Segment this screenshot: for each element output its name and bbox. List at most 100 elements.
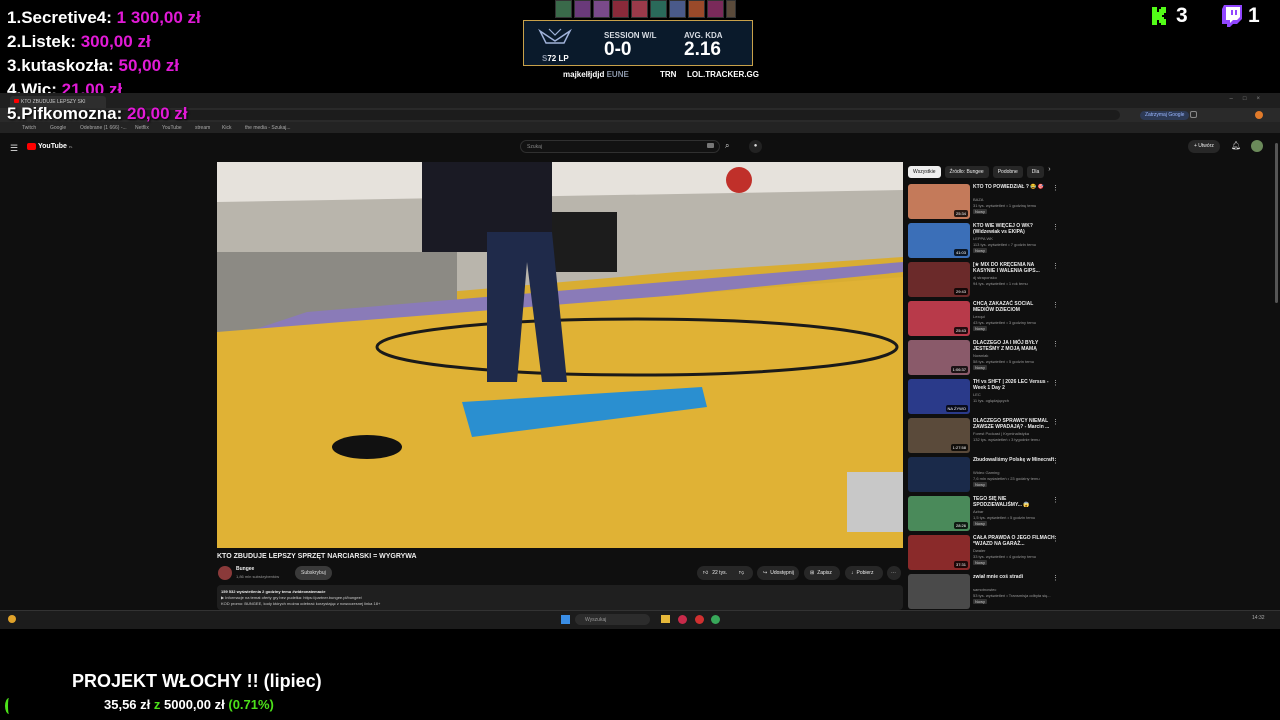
- recommendation-title[interactable]: [★ MIX DO KRĘCENIA NA KASYNIE I WALENIA …: [973, 262, 1055, 274]
- taskbar-search[interactable]: Wyszukaj: [575, 614, 650, 625]
- video-thumbnail[interactable]: 41:03: [908, 223, 970, 258]
- video-thumbnail[interactable]: 25:34: [908, 184, 970, 219]
- video-thumbnail[interactable]: [908, 457, 970, 492]
- recommendation-item[interactable]: 25:34 KTO TO POWIEDZIAŁ ? 😂 🎯 BAZA 31 tys. …: [908, 184, 1068, 222]
- recommendation-item[interactable]: Zbudowaliśmy Polskę w Minecraft Wideo Gam…: [908, 457, 1068, 495]
- more-options-icon[interactable]: ⋮: [1052, 535, 1059, 543]
- recommendation-item[interactable]: 41:03 KTO WIE WIĘCEJ O WK? (Widzewiak vs …: [908, 223, 1068, 261]
- bookmark[interactable]: Kick: [222, 125, 231, 131]
- recommendation-title[interactable]: CAŁA PRAWDA O JEGO FILMACH *WJAZD NA GAR…: [973, 535, 1055, 547]
- chevron-right-icon[interactable]: ›: [1048, 166, 1050, 178]
- bookmark[interactable]: Google: [50, 125, 66, 131]
- video-thumbnail[interactable]: 1:06:37: [908, 340, 970, 375]
- stats-panel: S72 LP SESSION W/L 0-0 AVG. KDA 2.16: [523, 20, 753, 66]
- extensions-icon[interactable]: [1190, 111, 1197, 118]
- more-options-icon[interactable]: ⋮: [1052, 379, 1059, 387]
- weather-icon[interactable]: [8, 615, 16, 623]
- video-player[interactable]: [217, 162, 903, 548]
- profile-badge[interactable]: Zatrzymaj Google: [1140, 111, 1190, 120]
- more-options-icon[interactable]: ⋮: [1052, 457, 1059, 465]
- session-value: 0-0: [604, 39, 632, 60]
- more-options-icon[interactable]: ⋮: [1052, 496, 1059, 504]
- recommendation-item[interactable]: 29:43 [★ MIX DO KRĘCENIA NA KASYNIE I WAL…: [908, 262, 1068, 300]
- recommendation-item[interactable]: NA ŻYWO TH vs SHFT | 2026 LEC Versus - We…: [908, 379, 1068, 417]
- thumbs-down-icon[interactable]: 👎︎: [739, 570, 744, 576]
- channel-name[interactable]: Bungee: [236, 566, 254, 572]
- bookmark[interactable]: stream: [195, 125, 210, 131]
- video-thumbnail[interactable]: 29:43: [908, 262, 970, 297]
- share-button[interactable]: ↪ Udostępnij: [757, 566, 799, 580]
- bell-icon[interactable]: 🔔︎: [1231, 141, 1241, 150]
- recommendation-title[interactable]: DLACZEGO SPRAWCY NIEMAL ZAWSZE WPADAJĄ? …: [973, 418, 1055, 430]
- close-icon[interactable]: ×: [1256, 96, 1270, 102]
- recommendation-title[interactable]: DLACZEGO JA I MÓJ BYŁY JESTEŚMY Z MOJĄ M…: [973, 340, 1055, 352]
- video-thumbnail[interactable]: NA ŻYWO: [908, 379, 970, 414]
- microphone-icon[interactable]: ●: [749, 140, 762, 153]
- recommendation-item[interactable]: 25:43 CHCĄ ZAKAZAĆ SOCIAL MEDIÓW DZIECIOM…: [908, 301, 1068, 339]
- more-options-icon[interactable]: ⋮: [1052, 418, 1059, 426]
- recommendation-title[interactable]: CHCĄ ZAKAZAĆ SOCIAL MEDIÓW DZIECIOM: [973, 301, 1055, 313]
- recommendation-views: 132 tys. wyświetleń • 3 tygodnie temu: [973, 437, 1040, 442]
- maximize-icon[interactable]: □: [1243, 96, 1257, 102]
- subscribe-button[interactable]: Subskrybuj: [295, 566, 332, 580]
- more-options-icon[interactable]: ⋮: [1052, 262, 1059, 270]
- recommendation-title[interactable]: zwiał mnie coś stradi: [973, 574, 1055, 580]
- recommendation-item[interactable]: 37:31 CAŁA PRAWDA O JEGO FILMACH *WJAZD N…: [908, 535, 1068, 573]
- create-button[interactable]: + Utwórz: [1188, 140, 1220, 153]
- app-icon[interactable]: [695, 615, 704, 624]
- video-duration: 28:26: [953, 522, 968, 529]
- recommendation-item[interactable]: 1:27:58 DLACZEGO SPRAWCY NIEMAL ZAWSZE WP…: [908, 418, 1068, 456]
- bookmark[interactable]: YouTube: [162, 125, 182, 131]
- recommendation-title[interactable]: Zbudowaliśmy Polskę w Minecraft: [973, 457, 1055, 463]
- more-options-icon[interactable]: ⋮: [1052, 301, 1059, 309]
- chip-source[interactable]: Źródło: Bungee: [944, 166, 989, 178]
- recommendation-title[interactable]: TH vs SHFT | 2026 LEC Versus - Week 1 Da…: [973, 379, 1055, 391]
- more-options-icon[interactable]: ⋮: [1052, 340, 1059, 348]
- file-explorer-icon[interactable]: [661, 615, 670, 623]
- more-options-icon[interactable]: ⋮: [1052, 223, 1059, 231]
- chip-similar[interactable]: Podobne: [992, 166, 1023, 178]
- more-actions-button[interactable]: ⋯: [887, 566, 901, 580]
- video-thumbnail[interactable]: 37:31: [908, 535, 970, 570]
- start-icon[interactable]: [561, 615, 570, 624]
- bookmark[interactable]: Twitch: [22, 125, 36, 131]
- avatar[interactable]: [1255, 111, 1263, 119]
- recommendation-title[interactable]: KTO WIE WIĘCEJ O WK? (Widzewiak vs EKIPA…: [973, 223, 1055, 235]
- recommendation-views: 31 tys. wyświetleń • 1 godzinę temu: [973, 203, 1037, 208]
- app-icon[interactable]: [678, 615, 687, 624]
- video-thumbnail[interactable]: 28:26: [908, 496, 970, 531]
- more-options-icon[interactable]: ⋮: [1052, 574, 1059, 582]
- minimize-icon[interactable]: –: [1230, 96, 1243, 102]
- recommendation-title[interactable]: TEGO SIĘ NIE SPODZIEWALIŚMY... 😱: [973, 496, 1055, 508]
- recommendation-item[interactable]: zwiał mnie coś stradi samotnowiec 53 tys. …: [908, 574, 1068, 612]
- chip-all[interactable]: Wszystkie: [908, 166, 941, 178]
- recommendation-title[interactable]: KTO TO POWIEDZIAŁ ? 😂 🎯: [973, 184, 1055, 190]
- more-options-icon[interactable]: ⋮: [1052, 184, 1059, 192]
- recommendation-item[interactable]: 1:06:37 DLACZEGO JA I MÓJ BYŁY JESTEŚMY Z…: [908, 340, 1068, 378]
- bookmark[interactable]: Netflix: [135, 125, 149, 131]
- chrome-icon[interactable]: [711, 615, 720, 624]
- download-button[interactable]: ↓ Pobierz: [845, 566, 883, 580]
- champion-history: [555, 0, 751, 20]
- video-thumbnail[interactable]: 25:43: [908, 301, 970, 336]
- video-thumbnail[interactable]: [908, 574, 970, 609]
- like-button[interactable]: 👍︎ 22 tys. 👎︎: [697, 566, 753, 580]
- bookmark[interactable]: the media - Szukaj...: [245, 125, 291, 131]
- search-input[interactable]: Szukaj: [520, 140, 720, 153]
- taskbar-clock[interactable]: 14:32: [1252, 615, 1265, 621]
- bookmark[interactable]: Odebrane (1 666) -...: [80, 125, 127, 131]
- youtube-logo[interactable]: YouTube PL: [27, 143, 73, 150]
- search-icon[interactable]: ⌕: [725, 141, 729, 151]
- keyboard-icon[interactable]: [707, 143, 714, 148]
- channel-avatar[interactable]: [218, 566, 232, 580]
- chip-for-you[interactable]: Dla: [1026, 166, 1045, 178]
- scrollbar[interactable]: [1275, 143, 1278, 303]
- video-thumbnail[interactable]: 1:27:58: [908, 418, 970, 453]
- avatar[interactable]: [1251, 140, 1263, 152]
- recommendation-item[interactable]: 28:26 TEGO SIĘ NIE SPODZIEWALIŚMY... 😱 Azb…: [908, 496, 1068, 534]
- menu-icon[interactable]: ☰: [10, 143, 18, 154]
- save-button[interactable]: ⊞ Zapisz: [804, 566, 840, 580]
- video-description[interactable]: 159 532 wyświetlenia 2 godziny temu #wid…: [217, 585, 903, 610]
- recommendation-meta: samotnowiec 53 tys. wyświetleń • Transmis…: [973, 587, 1063, 605]
- address-field[interactable]: [70, 110, 1120, 120]
